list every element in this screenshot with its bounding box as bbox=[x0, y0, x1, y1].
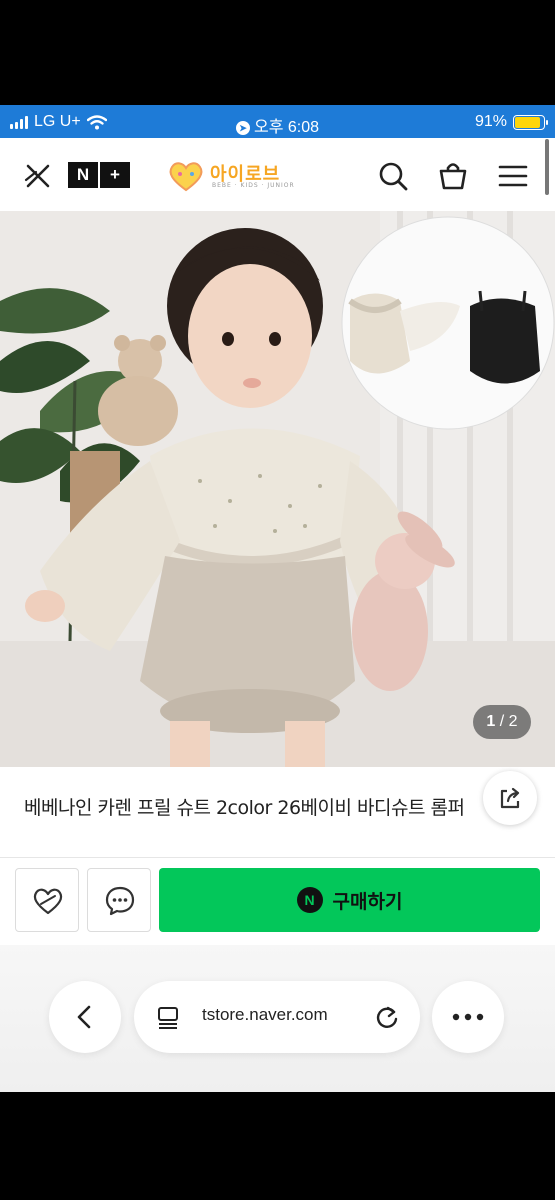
browser-back-button[interactable] bbox=[49, 981, 121, 1053]
search-icon[interactable] bbox=[377, 160, 409, 192]
time-label: 오후 6:08 bbox=[253, 119, 320, 136]
browser-more-button[interactable] bbox=[432, 981, 504, 1053]
app-screen: LG U+ ➤ 오후 6:08 91% N + 아이로브 BEBE · KIDS… bbox=[0, 105, 555, 1092]
color-options-inset bbox=[341, 216, 555, 430]
status-bar: LG U+ ➤ 오후 6:08 91% bbox=[0, 105, 555, 138]
brand-logo[interactable]: 아이로브 BEBE · KIDS · JUNIOR bbox=[166, 158, 296, 194]
nplus-n: N bbox=[68, 162, 98, 188]
page-total: / 2 bbox=[499, 713, 518, 730]
nplus-plus: + bbox=[100, 162, 130, 188]
reload-icon[interactable] bbox=[374, 1004, 400, 1030]
scrollbar[interactable] bbox=[545, 139, 549, 195]
buy-label: 구매하기 bbox=[332, 890, 403, 913]
product-photo-illustration bbox=[0, 211, 555, 767]
product-photo[interactable]: 1 / 2 bbox=[0, 211, 555, 767]
status-time: ➤ 오후 6:08 bbox=[0, 113, 555, 137]
battery-label: 91% bbox=[474, 113, 507, 130]
page-current: 1 bbox=[486, 713, 496, 730]
heart-icon bbox=[33, 888, 63, 915]
close-icon[interactable] bbox=[20, 158, 56, 194]
image-page-indicator: 1 / 2 bbox=[473, 705, 531, 739]
cart-icon[interactable] bbox=[437, 160, 469, 192]
chat-icon bbox=[105, 886, 135, 916]
share-button[interactable] bbox=[483, 771, 537, 825]
buy-button[interactable]: N 구매하기 bbox=[159, 868, 540, 932]
url-bar[interactable]: tstore.naver.com bbox=[134, 981, 420, 1053]
browser-toolbar: tstore.naver.com bbox=[0, 945, 555, 1092]
brand-sub: BEBE · KIDS · JUNIOR bbox=[212, 182, 295, 189]
back-arrow-icon bbox=[77, 1005, 91, 1029]
menu-icon[interactable] bbox=[497, 160, 529, 192]
status-right: 91% bbox=[474, 113, 548, 131]
share-icon bbox=[500, 787, 520, 809]
nplus-logo[interactable]: N + bbox=[68, 162, 130, 188]
reader-icon[interactable] bbox=[156, 1005, 180, 1029]
heart-logo-icon bbox=[169, 162, 203, 192]
battery-icon bbox=[513, 114, 548, 130]
location-icon: ➤ bbox=[235, 121, 250, 135]
product-title: 베베나인 카렌 프릴 슈트 2color 26베이비 바디슈트 롬퍼 bbox=[24, 797, 465, 819]
talk-button[interactable] bbox=[87, 868, 151, 932]
battery-fill bbox=[515, 116, 541, 128]
wishlist-button[interactable] bbox=[15, 868, 79, 932]
more-icon bbox=[452, 1013, 484, 1021]
naver-n-icon: N bbox=[296, 887, 323, 913]
store-header: N + 아이로브 BEBE · KIDS · JUNIOR bbox=[0, 138, 555, 211]
divider bbox=[0, 857, 555, 858]
url-text: tstore.naver.com bbox=[202, 1005, 328, 1024]
